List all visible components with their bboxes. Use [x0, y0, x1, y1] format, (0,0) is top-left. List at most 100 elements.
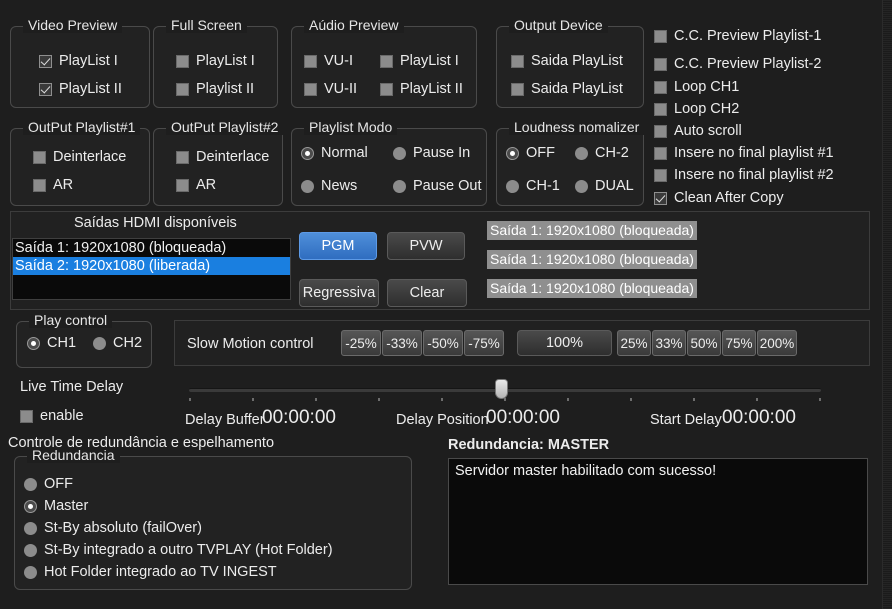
slow-motion-minus75-button[interactable]: -75% [464, 330, 504, 356]
radio-icon [301, 146, 314, 160]
group-title-playlist-modo: Playlist Modo [304, 119, 398, 135]
checkbox-audio-playlist2[interactable]: PlayList II [380, 81, 463, 97]
checkbox-video-preview-playlist1[interactable]: PlayList I [39, 53, 118, 69]
checkbox-icon [380, 82, 393, 96]
radio-redundancia-hot-folder-ingest[interactable]: Hot Folder integrado ao TV INGEST [24, 564, 277, 580]
checkbox-fullscreen-playlist1[interactable]: PlayList I [176, 53, 255, 69]
checkbox-output-device-2[interactable]: Saida PlayList [511, 81, 623, 97]
checkbox-icon [304, 82, 317, 96]
radio-playlist-modo-pause-out[interactable]: Pause Out [393, 178, 482, 194]
checkbox-loop-ch1[interactable]: Loop CH1 [654, 79, 739, 95]
delay-position-label: Delay Position [396, 412, 489, 428]
radio-loudness-ch2[interactable]: CH-2 [575, 145, 629, 161]
slow-motion-75-button[interactable]: 75% [722, 330, 756, 356]
radio-icon [24, 521, 37, 535]
checkbox-icon [654, 57, 667, 71]
group-video-preview: Video Preview PlayList I PlayList II [10, 17, 150, 108]
group-play-control: Play control CH1 CH2 [16, 312, 152, 368]
checkbox-auto-scroll[interactable]: Auto scroll [654, 123, 742, 139]
checkbox-icon [511, 82, 524, 96]
checkbox-op2-deinterlace[interactable]: Deinterlace [176, 149, 280, 165]
group-redundancia: Redundancia OFF Master St-By absoluto (f… [14, 447, 412, 590]
radio-play-control-ch2[interactable]: CH2 [93, 335, 142, 351]
radio-playlist-modo-pause-in[interactable]: Pause In [393, 145, 470, 161]
list-item[interactable]: Saída 1: 1920x1080 (bloqueada) [13, 239, 290, 257]
checkbox-icon [304, 54, 317, 68]
redundancy-message-text: Servidor master habilitado com sucesso! [455, 463, 717, 479]
tick-mark [630, 398, 632, 401]
checkbox-live-time-delay-enable[interactable]: enable [20, 408, 84, 424]
radio-loudness-ch1[interactable]: CH-1 [506, 178, 560, 194]
checkbox-icon [654, 29, 667, 43]
slow-motion-50-button[interactable]: 50% [687, 330, 721, 356]
radio-redundancia-master[interactable]: Master [24, 498, 88, 514]
slow-motion-100-button[interactable]: 100% [517, 330, 612, 356]
checkbox-clean-after-copy[interactable]: Clean After Copy [654, 190, 784, 206]
checkbox-cc-preview-playlist-1[interactable]: C.C. Preview Playlist-1 [654, 28, 821, 44]
radio-icon [93, 336, 106, 350]
checkbox-cc-preview-playlist-2[interactable]: C.C. Preview Playlist-2 [654, 56, 821, 72]
group-title-play-control: Play control [29, 312, 113, 328]
tick-mark [252, 398, 254, 401]
checkbox-op1-ar[interactable]: AR [33, 177, 73, 193]
radio-icon [24, 477, 37, 491]
slow-motion-minus50-button[interactable]: -50% [423, 330, 463, 356]
checkbox-audio-playlist1[interactable]: PlayList I [380, 53, 459, 69]
checkbox-insere-final-playlist-1[interactable]: Insere no final playlist #1 [654, 145, 834, 161]
checkbox-output-device-1[interactable]: Saida PlayList [511, 53, 623, 69]
checkbox-op1-deinterlace[interactable]: Deinterlace [33, 149, 145, 165]
radio-redundancia-stby-absoluto[interactable]: St-By absoluto (failOver) [24, 520, 202, 536]
group-output-playlist1: OutPut Playlist#1 Deinterlace AR [10, 119, 150, 206]
radio-playlist-modo-news[interactable]: News [301, 178, 357, 194]
radio-play-control-ch1[interactable]: CH1 [27, 335, 76, 351]
slow-motion-minus33-button[interactable]: -33% [382, 330, 422, 356]
group-audio-preview: Aúdio Preview VU-I PlayList I VU-II Play… [291, 17, 477, 108]
hdmi-status-label-1: Saída 1: 1920x1080 (bloqueada) [487, 221, 697, 240]
checkbox-op2-ar[interactable]: AR [176, 177, 216, 193]
radio-icon [27, 336, 40, 350]
radio-redundancia-off[interactable]: OFF [24, 476, 73, 492]
checkbox-insere-final-playlist-2[interactable]: Insere no final playlist #2 [654, 167, 834, 183]
radio-loudness-off[interactable]: OFF [506, 145, 555, 161]
radio-loudness-dual[interactable]: DUAL [575, 178, 634, 194]
checkbox-audio-vu1[interactable]: VU-I [304, 53, 353, 69]
checkbox-loop-ch2[interactable]: Loop CH2 [654, 101, 739, 117]
regressiva-button[interactable]: Regressiva [299, 279, 379, 307]
redundancy-message-box: Servidor master habilitado com sucesso! [448, 458, 868, 585]
radio-playlist-modo-normal[interactable]: Normal [301, 145, 368, 161]
radio-icon [506, 179, 519, 193]
clear-button[interactable]: Clear [387, 279, 467, 307]
checkbox-icon [39, 82, 52, 96]
slow-motion-minus25-button[interactable]: -25% [341, 330, 381, 356]
pvw-button[interactable]: PVW [387, 232, 465, 260]
group-title-loudness: Loudness nomalizer [509, 119, 645, 135]
checkbox-icon [33, 150, 46, 164]
pgm-button[interactable]: PGM [299, 232, 377, 260]
hdmi-output-list[interactable]: Saída 1: 1920x1080 (bloqueada) Saída 2: … [12, 238, 291, 300]
slow-motion-25-button[interactable]: 25% [617, 330, 651, 356]
radio-icon [506, 146, 519, 160]
checkbox-fullscreen-playlist2[interactable]: Playlist II [176, 81, 254, 97]
tick-mark [189, 398, 191, 401]
tick-mark [819, 398, 821, 401]
checkbox-icon [39, 54, 52, 68]
tick-mark [378, 398, 380, 401]
delay-position-value: 00:00:00 [486, 407, 560, 428]
slow-motion-200-button[interactable]: 200% [757, 330, 797, 356]
start-delay-label: Start Delay [650, 412, 722, 428]
checkbox-icon [511, 54, 524, 68]
slow-motion-33-button[interactable]: 33% [652, 330, 686, 356]
checkbox-video-preview-playlist2[interactable]: PlayList II [39, 81, 122, 97]
radio-icon [393, 146, 406, 160]
list-item[interactable]: Saída 2: 1920x1080 (liberada) [13, 257, 290, 275]
checkbox-icon [176, 82, 189, 96]
delay-slider-ticks [189, 398, 821, 401]
checkbox-icon [654, 80, 667, 94]
radio-redundancia-stby-integrado[interactable]: St-By integrado a outro TVPLAY (Hot Fold… [24, 542, 333, 558]
checkbox-audio-vu2[interactable]: VU-II [304, 81, 357, 97]
checkbox-icon [176, 178, 189, 192]
live-time-delay-title: Live Time Delay [20, 379, 124, 395]
group-title-output-device: Output Device [509, 17, 608, 33]
checkbox-icon [176, 150, 189, 164]
delay-slider-handle[interactable] [495, 379, 508, 399]
